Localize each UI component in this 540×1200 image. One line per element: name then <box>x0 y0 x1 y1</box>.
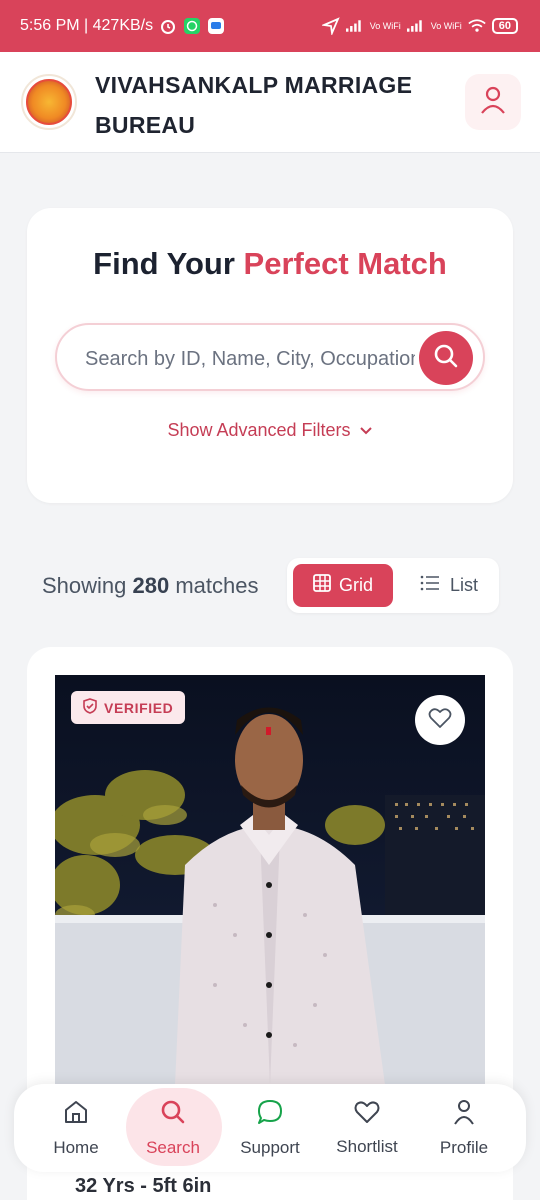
grid-view-button[interactable]: Grid <box>293 564 393 607</box>
grid-label: Grid <box>338 575 373 595</box>
search-title-plain: Find Your <box>93 246 244 281</box>
nav-shortlist-label: Shortlist <box>336 1136 398 1156</box>
results-suffix: matches <box>169 573 259 598</box>
search-icon <box>160 1099 186 1130</box>
user-icon <box>453 1099 475 1130</box>
advanced-filters-label: Show Advanced Filters <box>167 420 351 440</box>
battery-indicator: 60 <box>491 18 518 34</box>
status-bar-left: 5:56 PM | 427KB/s <box>20 17 225 35</box>
status-bar: 5:56 PM | 427KB/s Vo WiFi Vo WiFi 60 <box>0 0 540 52</box>
nav-home-label: Home <box>53 1137 99 1157</box>
search-button[interactable] <box>419 331 473 385</box>
heart-icon <box>354 1100 380 1129</box>
profile-photo[interactable]: VERIFIED <box>55 675 485 1085</box>
logo-emblem <box>26 79 72 125</box>
search-title-accent: Perfect Match <box>243 246 447 281</box>
view-toggle: Grid List <box>287 558 499 613</box>
heart-icon <box>428 707 452 734</box>
bottom-navigation: Home Search Support Shortlist Profile <box>14 1084 526 1172</box>
search-input[interactable] <box>85 343 415 375</box>
search-card: Find Your Perfect Match Show Advanced Fi… <box>27 208 513 503</box>
signal-icon <box>345 17 364 35</box>
verified-label: VERIFIED <box>104 699 174 716</box>
results-count: Showing 280 matches <box>42 573 259 599</box>
bureau-logo <box>21 74 77 130</box>
list-view-button[interactable]: List <box>405 564 493 607</box>
nav-support[interactable]: Support <box>220 1084 320 1172</box>
chevron-down-icon <box>359 420 373 441</box>
results-number: 280 <box>132 573 170 598</box>
nav-search[interactable]: Search <box>123 1084 223 1172</box>
account-button[interactable] <box>465 74 521 130</box>
favorite-button[interactable] <box>415 695 465 745</box>
nav-profile-label: Profile <box>439 1137 489 1157</box>
list-label: List <box>449 575 478 595</box>
list-icon <box>420 575 440 596</box>
alarm-icon <box>159 17 177 35</box>
nav-profile[interactable]: Profile <box>414 1084 514 1172</box>
results-prefix: Showing <box>42 573 133 598</box>
search-title: Find Your Perfect Match <box>27 246 513 282</box>
chat-icon <box>257 1099 283 1130</box>
nav-shortlist[interactable]: Shortlist <box>317 1084 417 1172</box>
location-icon <box>321 17 340 35</box>
user-icon <box>480 85 506 120</box>
status-time-speed: 5:56 PM | 427KB/s <box>20 17 154 34</box>
nav-home[interactable]: Home <box>26 1084 126 1172</box>
nav-support-label: Support <box>240 1137 300 1157</box>
vo-wifi-label-2: Vo WiFi <box>430 21 462 31</box>
vo-wifi-label-1: Vo WiFi <box>369 21 401 31</box>
brand-title: VIVAHSANKALP MARRIAGE BUREAU <box>95 72 413 138</box>
search-icon <box>433 343 459 374</box>
signal-icon-2 <box>406 17 425 35</box>
search-box <box>55 323 485 391</box>
wifi-icon <box>468 17 486 35</box>
verified-badge: VERIFIED <box>71 691 186 724</box>
whatsapp-icon <box>183 17 201 35</box>
nav-search-label: Search <box>146 1137 200 1157</box>
home-icon <box>63 1099 89 1130</box>
messages-icon <box>207 17 225 35</box>
status-bar-right: Vo WiFi Vo WiFi 60 <box>321 17 518 35</box>
shield-check-icon <box>83 698 97 717</box>
app-header: VIVAHSANKALP MARRIAGE BUREAU <box>0 52 540 153</box>
age-height-text: 32 Yrs - 5ft 6in <box>75 1175 212 1197</box>
grid-icon <box>313 574 331 597</box>
advanced-filters-toggle[interactable]: Show Advanced Filters <box>27 420 513 441</box>
